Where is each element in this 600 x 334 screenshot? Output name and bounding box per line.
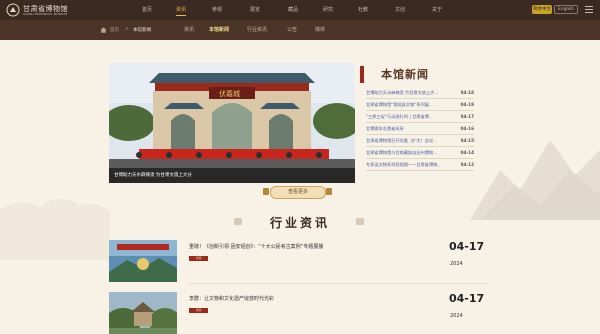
lang-chinese-button[interactable]: 简体中文 <box>532 5 552 14</box>
item-detail-tag[interactable]: 详情 <box>189 308 208 313</box>
view-more-button[interactable]: 查看更多 <box>270 186 326 199</box>
tab-media[interactable]: 媒体 <box>315 26 325 33</box>
industry-item-title[interactable]: 李群：让文物和文化遗产绽放时代光彩 <box>189 295 274 302</box>
industry-list-item[interactable]: 李群：让文物和文化遗产绽放时代光彩 详情 04-17 2024 <box>109 292 489 334</box>
museum-news-heading: 本馆新闻 <box>381 68 429 81</box>
nav-item-visit[interactable]: 参观 <box>212 6 222 13</box>
tab-industry-news[interactable]: 行业资讯 <box>247 26 267 33</box>
news-item-date: 04-12 <box>460 162 474 167</box>
breadcrumb-home[interactable]: 首页 <box>110 27 119 33</box>
news-list-item[interactable]: 专家谈文物系列短视频——甘肃省博物... 04-12 <box>366 159 474 171</box>
poster-image <box>109 240 177 282</box>
news-item-title[interactable]: “三抓三促”行动进行时 | 甘肃省博... <box>366 114 448 120</box>
more-left-ornament <box>263 188 269 195</box>
industry-item-date: 04-17 <box>449 240 485 253</box>
gate-plaque-text: 伏羲城 <box>219 89 240 98</box>
news-item-date: 04-16 <box>460 126 474 131</box>
section-right-ornament <box>356 218 364 225</box>
item-detail-tag[interactable]: 详情 <box>189 256 208 261</box>
building-image <box>109 292 177 334</box>
breadcrumb-current: 本馆新闻 <box>133 28 151 33</box>
divider <box>189 283 489 284</box>
news-item-title[interactable]: 甘肃省博物馆与甘南藏族自治州博物... <box>366 150 448 156</box>
nav-item-research[interactable]: 研究 <box>323 6 333 13</box>
nav-item-exhibition[interactable]: 展览 <box>250 6 260 13</box>
industry-thumbnail[interactable] <box>109 292 177 334</box>
news-item-title[interactable]: 专家谈文物系列短视频——甘肃省博物... <box>366 162 448 168</box>
industry-list-item[interactable]: 重磅！《创新引领·固安铝创》：“十大公民考古案例”专题展播 详情 04-17 2… <box>109 240 489 284</box>
news-list-item[interactable]: 甘博助力天水麻辣烫 为甘肃文旅上大... 04-18 <box>366 87 474 99</box>
tab-news[interactable]: 资讯 <box>184 26 194 33</box>
industry-item-year: 2024 <box>450 313 463 319</box>
sub-nav <box>0 20 600 40</box>
logo-mark-icon <box>6 3 20 17</box>
tab-announcements[interactable]: 公告 <box>287 26 297 33</box>
news-item-date: 04-14 <box>460 150 474 155</box>
nav-item-education[interactable]: 社教 <box>358 6 368 13</box>
news-item-date: 04-18 <box>460 102 474 107</box>
nav-active-underline <box>176 15 186 16</box>
industry-item-title[interactable]: 重磅！《创新引领·固安铝创》：“十大公民考古案例”专题展播 <box>189 243 323 250</box>
news-item-title[interactable]: 甘博青年志愿者风采 <box>366 126 448 132</box>
museum-logo[interactable]: 甘肃省博物馆 GANSU PROVINCIAL MUSEUM <box>6 3 76 17</box>
more-right-ornament <box>326 188 332 195</box>
breadcrumb-separator: > <box>125 27 129 32</box>
industry-news-heading: 行业资讯 <box>269 216 330 230</box>
news-item-date: 04-17 <box>460 114 474 119</box>
news-item-date: 04-18 <box>460 90 474 95</box>
news-item-title[interactable]: 甘肃省博物馆“我陪跃文物”系列展... <box>366 102 448 108</box>
news-list-item[interactable]: 甘肃省博物馆“我陪跃文物”系列展... 04-18 <box>366 99 474 111</box>
news-list-item[interactable]: “三抓三促”行动进行时 | 甘肃省博... 04-17 <box>366 111 474 123</box>
divider <box>366 170 474 171</box>
news-item-date: 04-15 <box>460 138 474 143</box>
news-item-title[interactable]: 甘博助力天水麻辣烫 为甘肃文旅上大... <box>366 90 448 96</box>
mountain-decoration-icon <box>470 140 600 220</box>
home-icon[interactable] <box>100 27 107 33</box>
cloud-decoration-icon <box>0 198 110 260</box>
news-list-item[interactable]: 甘肃省博物馆召开党委（扩大）会议... 04-15 <box>366 135 474 147</box>
menu-icon[interactable] <box>585 6 593 13</box>
hero-caption[interactable]: 甘博助力天水麻辣烫 为甘肃文旅上大分 <box>109 168 355 183</box>
top-nav: 甘肃省博物馆 GANSU PROVINCIAL MUSEUM 首页 资讯 参观 … <box>0 0 600 20</box>
hero-image[interactable]: 伏羲城 <box>109 63 355 183</box>
nav-item-creative[interactable]: 文创 <box>395 6 405 13</box>
logo-subtitle: GANSU PROVINCIAL MUSEUM <box>23 12 68 16</box>
city-gate-photo: 伏羲城 <box>109 63 355 183</box>
lang-english-button[interactable]: English <box>554 5 578 14</box>
industry-item-date: 04-17 <box>449 292 485 305</box>
industry-item-year: 2024 <box>450 261 463 267</box>
news-list-item[interactable]: 甘肃省博物馆与甘南藏族自治州博物... 04-14 <box>366 147 474 159</box>
nav-item-collection[interactable]: 藏品 <box>288 6 298 13</box>
news-title-accent <box>360 66 364 83</box>
news-list-item[interactable]: 甘博青年志愿者风采 04-16 <box>366 123 474 135</box>
news-item-title[interactable]: 甘肃省博物馆召开党委（扩大）会议... <box>366 138 448 144</box>
nav-item-news[interactable]: 资讯 <box>176 6 186 13</box>
tab-museum-news[interactable]: 本馆新闻 <box>209 26 229 33</box>
nav-item-about[interactable]: 关于 <box>432 6 442 13</box>
nav-item-home[interactable]: 首页 <box>142 6 152 13</box>
industry-thumbnail[interactable] <box>109 240 177 282</box>
